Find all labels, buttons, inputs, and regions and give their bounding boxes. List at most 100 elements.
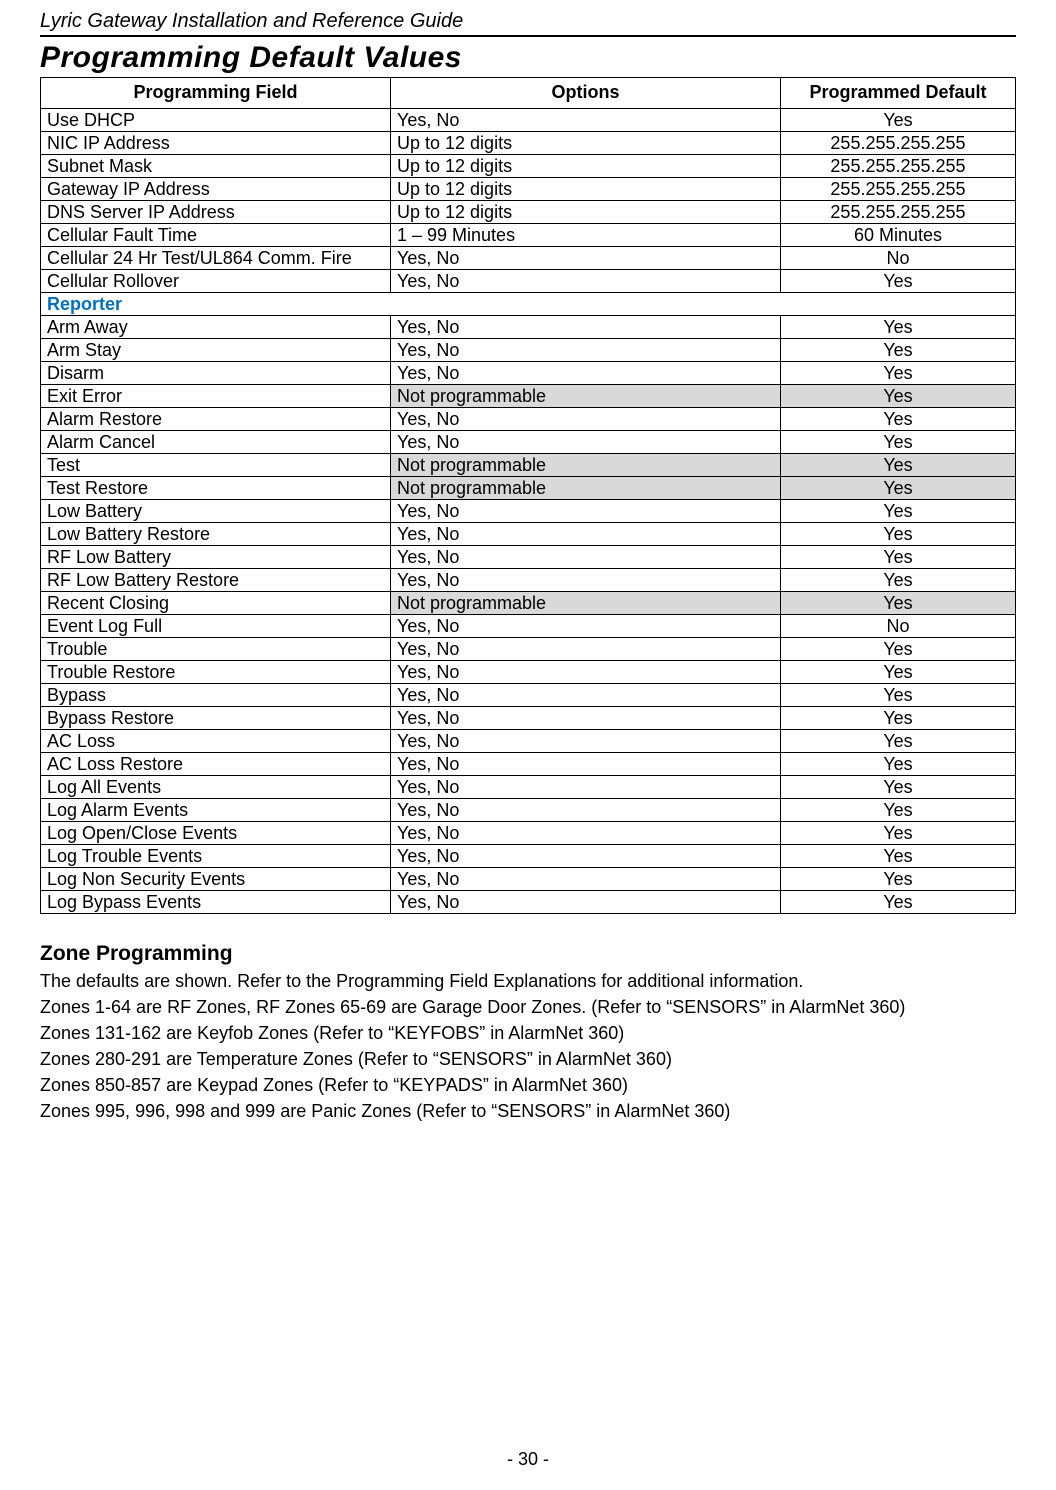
cell-field: Low Battery Restore [41, 523, 391, 546]
cell-field: AC Loss Restore [41, 753, 391, 776]
cell-options: Yes, No [391, 362, 781, 385]
cell-field: Use DHCP [41, 109, 391, 132]
cell-default: Yes [781, 523, 1016, 546]
table-row: NIC IP AddressUp to 12 digits255.255.255… [41, 132, 1016, 155]
cell-field: Test [41, 454, 391, 477]
cell-default: Yes [781, 500, 1016, 523]
cell-options: Not programmable [391, 477, 781, 500]
table-row: Arm StayYes, NoYes [41, 339, 1016, 362]
header-options: Options [391, 78, 781, 109]
header-field: Programming Field [41, 78, 391, 109]
table-row: AC Loss RestoreYes, NoYes [41, 753, 1016, 776]
zone-line: Zones 1-64 are RF Zones, RF Zones 65-69 … [40, 994, 1016, 1020]
cell-default: Yes [781, 546, 1016, 569]
cell-field: RF Low Battery Restore [41, 569, 391, 592]
table-row: Log Bypass EventsYes, NoYes [41, 891, 1016, 914]
cell-options: Yes, No [391, 546, 781, 569]
cell-options: Yes, No [391, 431, 781, 454]
cell-field: Trouble Restore [41, 661, 391, 684]
cell-options: Up to 12 digits [391, 155, 781, 178]
cell-options: Up to 12 digits [391, 201, 781, 224]
cell-default: Yes [781, 592, 1016, 615]
table-row: Alarm RestoreYes, NoYes [41, 408, 1016, 431]
table-header-row: Programming Field Options Programmed Def… [41, 78, 1016, 109]
cell-field: RF Low Battery [41, 546, 391, 569]
table-row: Cellular 24 Hr Test/UL864 Comm. FireYes,… [41, 247, 1016, 270]
table-row: Arm AwayYes, NoYes [41, 316, 1016, 339]
cell-default: Yes [781, 431, 1016, 454]
cell-default: Yes [781, 730, 1016, 753]
cell-default: Yes [781, 776, 1016, 799]
cell-options: Yes, No [391, 845, 781, 868]
table-row: BypassYes, NoYes [41, 684, 1016, 707]
table-row: Cellular RolloverYes, NoYes [41, 270, 1016, 293]
cell-options: Yes, No [391, 109, 781, 132]
table-row: Alarm CancelYes, NoYes [41, 431, 1016, 454]
table-row: Gateway IP AddressUp to 12 digits255.255… [41, 178, 1016, 201]
table-row: Exit ErrorNot programmableYes [41, 385, 1016, 408]
cell-default: 255.255.255.255 [781, 201, 1016, 224]
table-row: Log Alarm EventsYes, NoYes [41, 799, 1016, 822]
defaults-table: Programming Field Options Programmed Def… [40, 77, 1016, 914]
cell-options: Yes, No [391, 776, 781, 799]
cell-options: Up to 12 digits [391, 132, 781, 155]
zone-programming-text: The defaults are shown. Refer to the Pro… [40, 968, 1016, 1124]
table-row: Recent ClosingNot programmableYes [41, 592, 1016, 615]
cell-options: 1 – 99 Minutes [391, 224, 781, 247]
table-row: AC LossYes, NoYes [41, 730, 1016, 753]
table-row: Trouble RestoreYes, NoYes [41, 661, 1016, 684]
cell-default: 255.255.255.255 [781, 178, 1016, 201]
cell-options: Yes, No [391, 270, 781, 293]
page: Lyric Gateway Installation and Reference… [0, 0, 1056, 1490]
section-title: Programming Default Values [40, 41, 1016, 75]
cell-field: Log Alarm Events [41, 799, 391, 822]
cell-options: Yes, No [391, 569, 781, 592]
cell-default: Yes [781, 385, 1016, 408]
cell-default: 60 Minutes [781, 224, 1016, 247]
zone-line: Zones 280-291 are Temperature Zones (Ref… [40, 1046, 1016, 1072]
cell-options: Yes, No [391, 408, 781, 431]
cell-field: AC Loss [41, 730, 391, 753]
cell-default: Yes [781, 477, 1016, 500]
zone-line: The defaults are shown. Refer to the Pro… [40, 968, 1016, 994]
table-row: Test RestoreNot programmableYes [41, 477, 1016, 500]
cell-field: Gateway IP Address [41, 178, 391, 201]
cell-field: Event Log Full [41, 615, 391, 638]
table-row: Reporter [41, 293, 1016, 316]
table-row: Subnet MaskUp to 12 digits255.255.255.25… [41, 155, 1016, 178]
cell-field: Trouble [41, 638, 391, 661]
cell-options: Yes, No [391, 730, 781, 753]
table-row: RF Low Battery RestoreYes, NoYes [41, 569, 1016, 592]
cell-field: Test Restore [41, 477, 391, 500]
cell-default: Yes [781, 753, 1016, 776]
cell-default: Yes [781, 569, 1016, 592]
table-row: TestNot programmableYes [41, 454, 1016, 477]
table-row: Log Trouble EventsYes, NoYes [41, 845, 1016, 868]
cell-default: 255.255.255.255 [781, 132, 1016, 155]
table-row: Low BatteryYes, NoYes [41, 500, 1016, 523]
document-title: Lyric Gateway Installation and Reference… [40, 10, 1016, 37]
cell-default: Yes [781, 109, 1016, 132]
cell-default: Yes [781, 707, 1016, 730]
cell-default: Yes [781, 845, 1016, 868]
cell-field: Log Bypass Events [41, 891, 391, 914]
cell-field: Exit Error [41, 385, 391, 408]
cell-field: Log Open/Close Events [41, 822, 391, 845]
cell-default: No [781, 615, 1016, 638]
cell-default: Yes [781, 408, 1016, 431]
cell-field: Disarm [41, 362, 391, 385]
table-row: TroubleYes, NoYes [41, 638, 1016, 661]
table-row: Log All EventsYes, NoYes [41, 776, 1016, 799]
header-default: Programmed Default [781, 78, 1016, 109]
table-row: Bypass RestoreYes, NoYes [41, 707, 1016, 730]
cell-options: Yes, No [391, 822, 781, 845]
cell-options: Yes, No [391, 638, 781, 661]
cell-options: Not programmable [391, 385, 781, 408]
table-row: Log Non Security EventsYes, NoYes [41, 868, 1016, 891]
cell-options: Yes, No [391, 339, 781, 362]
table-row: Event Log FullYes, NoNo [41, 615, 1016, 638]
cell-default: 255.255.255.255 [781, 155, 1016, 178]
cell-field: DNS Server IP Address [41, 201, 391, 224]
zone-line: Zones 850-857 are Keypad Zones (Refer to… [40, 1072, 1016, 1098]
zone-line: Zones 131-162 are Keyfob Zones (Refer to… [40, 1020, 1016, 1046]
